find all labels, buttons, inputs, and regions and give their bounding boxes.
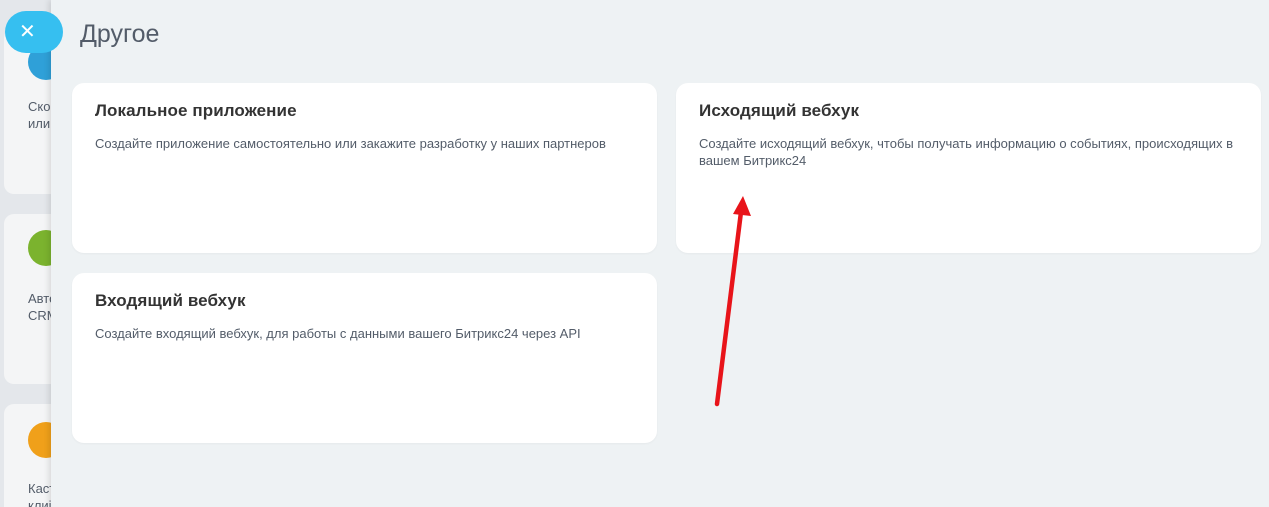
incoming-webhook-card[interactable]: Входящий вебхук Создайте входящий вебхук… [72,273,657,443]
card-title: Исходящий вебхук [699,101,860,120]
card-title: Входящий вебхук [95,291,246,310]
background-card-line: или [28,116,51,131]
card-description: Создайте приложение самостоятельно или з… [95,136,606,151]
page-title: Другое [80,20,160,48]
card-description: Создайте исходящий вебхук, чтобы получат… [699,136,1233,168]
card-description: Создайте входящий вебхук, для работы с д… [95,326,581,341]
background-card-line: Ско [28,99,51,114]
slider-panel: Другое Локальное приложение Создайте при… [51,0,1269,507]
close-button[interactable]: ✕ [5,11,63,53]
card-title: Локальное приложение [95,101,297,120]
close-icon: ✕ [19,21,36,43]
local-app-card[interactable]: Локальное приложение Создайте приложение… [72,83,657,253]
outgoing-webhook-card[interactable]: Исходящий вебхук Создайте исходящий вебх… [676,83,1261,253]
background-card-text: Ско или [28,98,50,132]
